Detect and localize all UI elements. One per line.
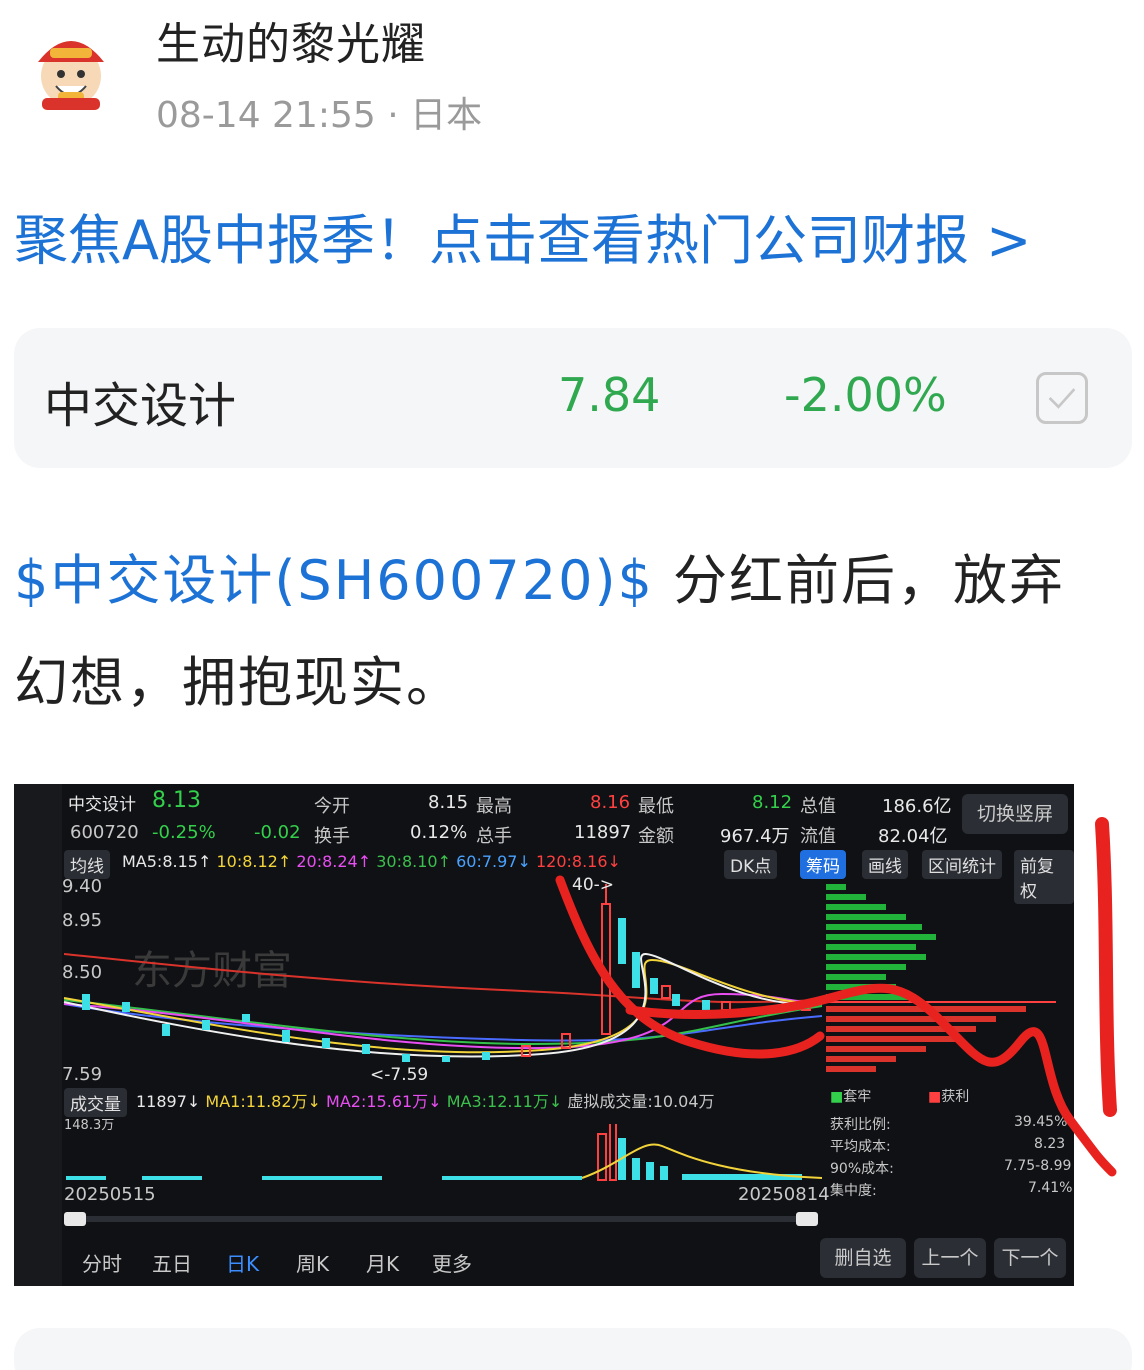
red-markup-drawing: [555, 817, 1117, 1177]
author-name[interactable]: 生动的黎光耀: [156, 8, 426, 72]
post-text-line2: 幻想，拥抱现实。: [14, 651, 462, 714]
promo-link[interactable]: 聚焦A股中报季！点击查看热门公司财报 >: [14, 196, 1031, 275]
range-slider-right-handle[interactable]: [796, 1212, 818, 1226]
stock-change: -2.00%: [784, 368, 947, 422]
post-page: 生动的黎光耀 08-14 21:55 · 日本 聚焦A股中报季！点击查看热门公司…: [0, 0, 1144, 1370]
next-stock-card[interactable]: [14, 1328, 1132, 1370]
cashtag-link[interactable]: $中交设计(SH600720)$: [14, 549, 654, 612]
tab-daily-k[interactable]: 日K: [226, 1248, 259, 1277]
stock-card[interactable]: 中交设计 7.84 -2.00%: [14, 328, 1132, 468]
tab-five-day[interactable]: 五日: [152, 1248, 192, 1277]
range-slider-track[interactable]: [64, 1216, 818, 1222]
avatar[interactable]: [28, 26, 114, 112]
stock-price: 7.84: [558, 368, 661, 422]
tab-monthly-k[interactable]: 月K: [366, 1248, 399, 1277]
post-meta: 08-14 21:55 · 日本: [156, 86, 482, 138]
meta-separator: ·: [387, 95, 399, 136]
tab-more[interactable]: 更多: [432, 1248, 472, 1277]
checkbox-icon[interactable]: [1036, 372, 1088, 424]
post-text-line1: 分红前后，放弃: [673, 549, 1066, 612]
tab-intraday[interactable]: 分时: [82, 1248, 122, 1277]
tab-weekly-k[interactable]: 周K: [296, 1248, 329, 1277]
range-slider-left-handle[interactable]: [64, 1212, 86, 1226]
previous-button[interactable]: 上一个: [914, 1238, 986, 1278]
post-time: 08-14 21:55: [156, 95, 376, 136]
remove-watchlist-button[interactable]: 删自选: [820, 1238, 906, 1278]
post-body: $中交设计(SH600720)$ 分红前后，放弃 幻想，拥抱现实。: [14, 530, 1138, 734]
next-button[interactable]: 下一个: [994, 1238, 1066, 1278]
post-location: 日本: [410, 95, 483, 136]
stock-name: 中交设计: [44, 378, 237, 434]
